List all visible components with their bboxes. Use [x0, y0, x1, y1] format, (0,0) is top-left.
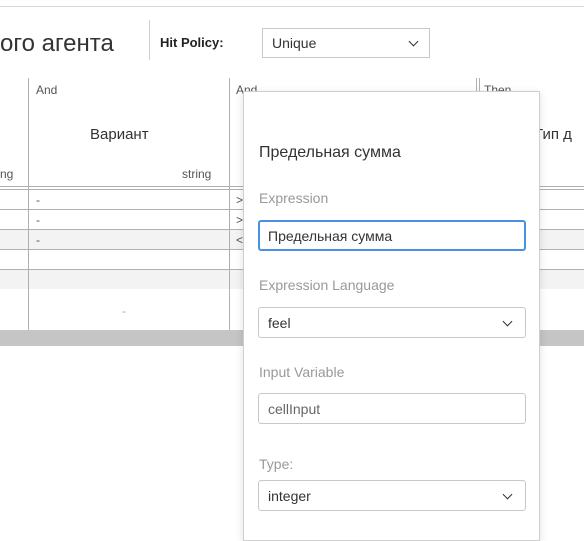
table-cell[interactable]: - — [122, 304, 126, 318]
column-kind: And — [36, 83, 58, 97]
table-cell[interactable]: - — [36, 193, 40, 207]
expression-language-select[interactable]: feel — [258, 307, 526, 338]
title-separator — [149, 20, 150, 60]
input-variable-field[interactable]: cellInput — [258, 393, 526, 424]
column-type: ng — [0, 167, 14, 181]
top-divider — [0, 6, 584, 7]
chevron-down-icon — [502, 316, 513, 327]
hit-policy-label: Hit Policy: — [160, 35, 224, 50]
column-divider — [28, 78, 29, 330]
expression-value: Предельная сумма — [268, 228, 393, 244]
hit-policy-value: Unique — [272, 35, 317, 51]
column-edit-popup: Предельная сумма Expression Предельная с… — [243, 91, 540, 541]
table-cell[interactable]: > — [236, 193, 243, 207]
table-cell[interactable]: < — [236, 233, 243, 247]
hit-policy-select[interactable]: Unique — [262, 28, 430, 58]
type-value: integer — [268, 488, 311, 504]
expression-language-label: Expression Language — [259, 277, 395, 293]
input-variable-label: Input Variable — [259, 364, 345, 380]
popup-title: Предельная сумма — [259, 144, 401, 161]
expression-input[interactable]: Предельная сумма — [258, 220, 526, 251]
type-label: Type: — [259, 456, 294, 472]
table-cell[interactable]: - — [36, 213, 40, 227]
column-type: string — [182, 167, 212, 181]
column-name[interactable]: Вариант — [90, 126, 149, 143]
table-title: ого агента — [0, 30, 114, 57]
chevron-down-icon — [408, 36, 419, 47]
expression-label: Expression — [259, 190, 329, 206]
table-cell[interactable]: - — [36, 233, 40, 247]
expression-language-value: feel — [268, 315, 291, 331]
table-cell[interactable]: > — [236, 213, 243, 227]
column-divider — [229, 78, 230, 330]
type-select[interactable]: integer — [258, 480, 526, 511]
input-variable-value: cellInput — [268, 401, 321, 417]
chevron-down-icon — [502, 489, 513, 500]
